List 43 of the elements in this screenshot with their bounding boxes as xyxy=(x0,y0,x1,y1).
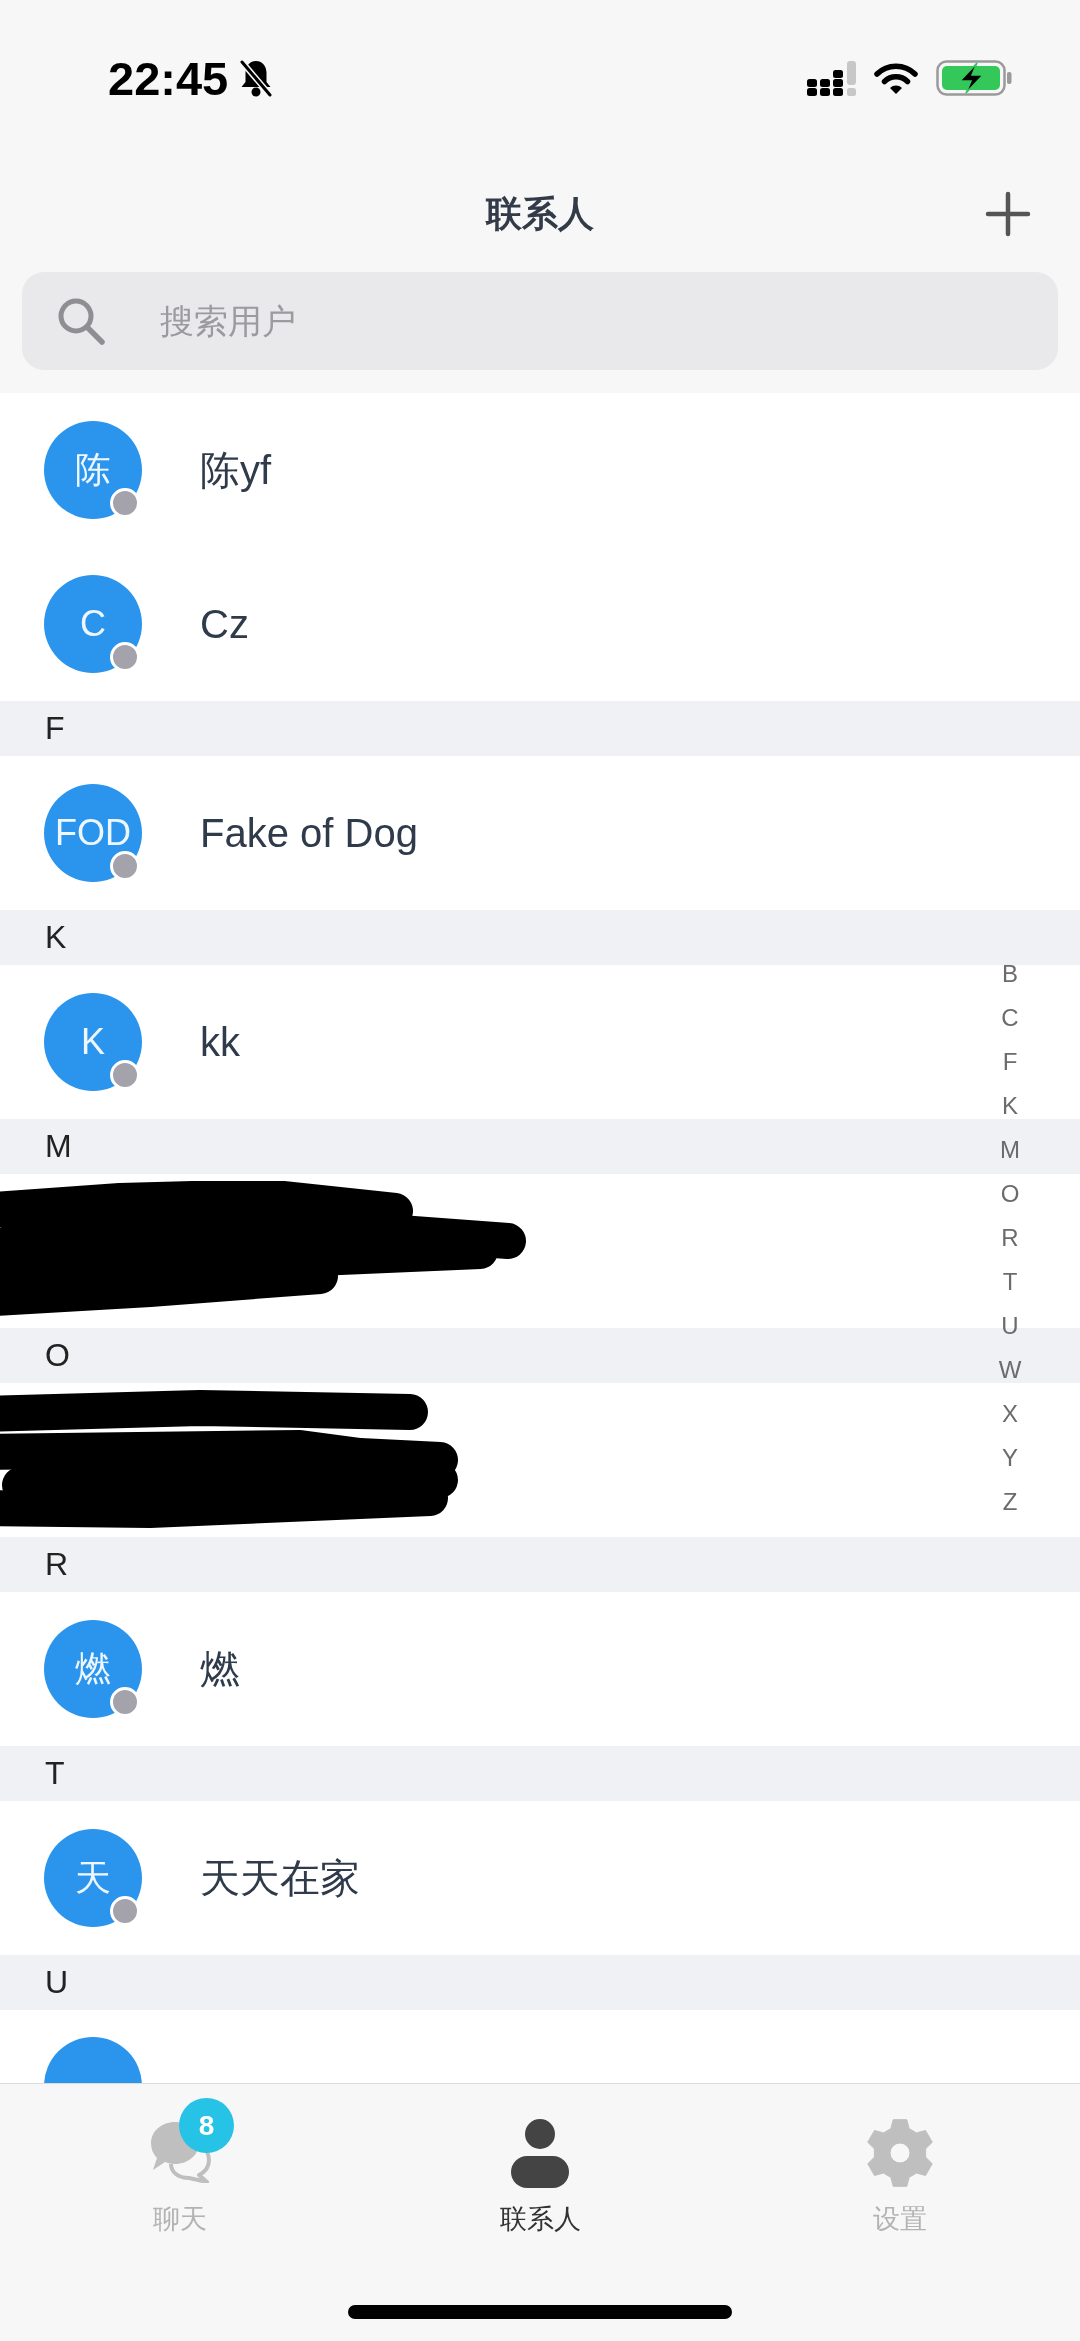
section-header: T xyxy=(0,1746,1080,1801)
avatar: 天 xyxy=(44,1829,142,1927)
signal-icon xyxy=(807,60,856,96)
index-letter[interactable]: M xyxy=(988,1128,1032,1172)
index-letter[interactable]: F xyxy=(988,1040,1032,1084)
battery-icon xyxy=(936,60,1012,96)
index-letter[interactable]: T xyxy=(988,1260,1032,1304)
index-letter[interactable]: Z xyxy=(988,1480,1032,1524)
unread-badge: 8 xyxy=(179,2098,234,2153)
section-header: K xyxy=(0,910,1080,965)
bell-slash-icon xyxy=(238,58,275,98)
contact-name[interactable]: 天天在家 xyxy=(200,1854,360,1902)
settings-icon xyxy=(865,2118,935,2188)
contact-name[interactable]: 陈yf xyxy=(200,446,272,494)
index-letter[interactable]: X xyxy=(988,1392,1032,1436)
index-letter[interactable]: R xyxy=(988,1216,1032,1260)
avatar: 陈 xyxy=(44,421,142,519)
page-title: 联系人 xyxy=(486,192,594,236)
contact-name[interactable]: Fake of Dog xyxy=(200,809,418,857)
avatar: C xyxy=(44,575,142,673)
index-letter[interactable]: Y xyxy=(988,1436,1032,1480)
index-letter[interactable]: K xyxy=(988,1084,1032,1128)
section-header: U xyxy=(0,1955,1080,2010)
avatar: 燃 xyxy=(44,1620,142,1718)
index-letter[interactable]: W xyxy=(988,1348,1032,1392)
person-icon xyxy=(511,2118,569,2188)
plus-icon xyxy=(985,191,1031,237)
index-letter[interactable]: C xyxy=(988,996,1032,1040)
contact-name[interactable]: kk xyxy=(200,1018,240,1066)
add-button[interactable] xyxy=(985,191,1031,237)
contacts-tab[interactable]: 联系人 xyxy=(360,2084,720,2236)
avatar: K xyxy=(44,993,142,1091)
search-icon xyxy=(57,297,105,345)
status-time: 22:45 xyxy=(108,54,229,102)
wifi-icon xyxy=(872,61,920,95)
contact-name[interactable]: 燃 xyxy=(200,1645,240,1693)
contact-name[interactable]: Cz xyxy=(200,600,249,648)
search-field[interactable]: 搜索用户 xyxy=(22,272,1058,370)
index-letter[interactable]: U xyxy=(988,1304,1032,1348)
section-header: R xyxy=(0,1537,1080,1592)
section-header: F xyxy=(0,701,1080,756)
avatar: FOD xyxy=(44,784,142,882)
index-letter[interactable]: O xyxy=(988,1172,1032,1216)
